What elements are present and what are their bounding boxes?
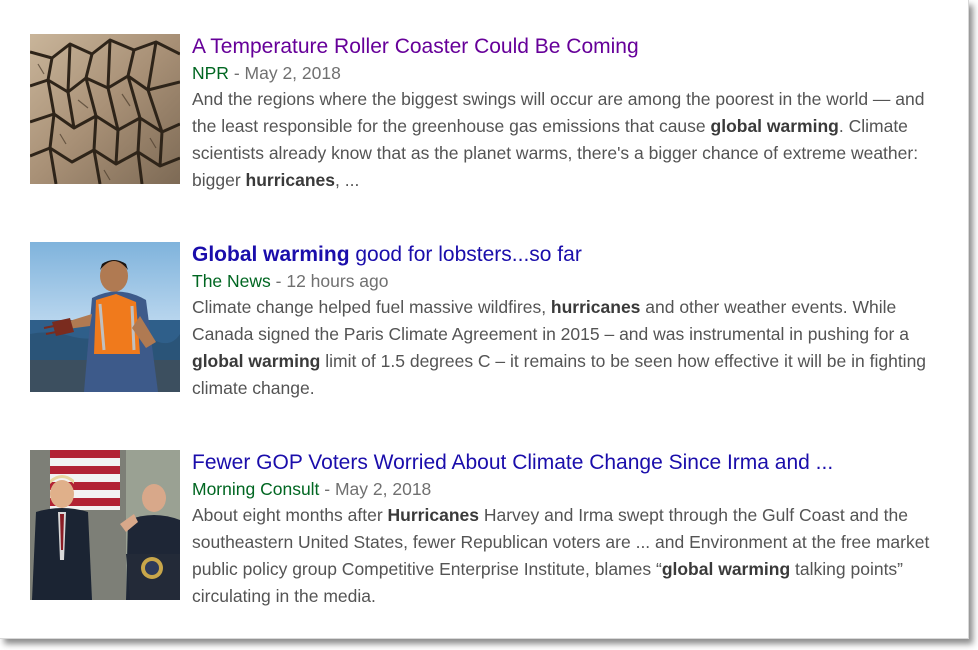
meta-separator: - [319,479,335,499]
result-date: 12 hours ago [286,271,389,291]
highlighted-term: global warming [192,351,321,371]
result-source[interactable]: NPR [192,63,229,83]
press-conference-image [30,450,180,600]
text-run: A Temperature Roller Coaster Could Be Co… [192,35,639,58]
result-body: A Temperature Roller Coaster Could Be Co… [192,34,937,194]
result-thumbnail[interactable] [30,242,180,392]
result-body: Fewer GOP Voters Worried About Climate C… [192,450,937,610]
meta-separator: - [270,271,287,291]
result-title-link[interactable]: Global warming good for lobsters...so fa… [192,242,937,268]
highlighted-term: hurricanes [550,297,641,317]
text-run: About eight months after [192,505,388,525]
result-thumbnail[interactable] [30,34,180,184]
news-result: Global warming good for lobsters...so fa… [30,242,940,398]
highlighted-term: hurricanes [245,170,335,190]
result-title-link[interactable]: Fewer GOP Voters Worried About Climate C… [192,450,937,476]
result-date: May 2, 2018 [334,479,432,499]
result-snippet: About eight months after Hurricanes Harv… [192,502,937,610]
news-result: A Temperature Roller Coaster Could Be Co… [30,34,940,190]
highlighted-term: Global warming [192,243,350,266]
result-meta: NPR - May 2, 2018 [192,60,937,86]
lobster-fisherman-image [30,242,180,392]
result-title-link[interactable]: A Temperature Roller Coaster Could Be Co… [192,34,937,60]
news-result: Fewer GOP Voters Worried About Climate C… [30,450,940,606]
result-thumbnail[interactable] [30,450,180,600]
highlighted-term: Hurricanes [387,505,479,525]
highlighted-term: global warming [661,559,791,579]
text-run: , ... [335,170,360,190]
highlighted-term: global warming [710,116,839,136]
result-body: Global warming good for lobsters...so fa… [192,242,937,402]
result-snippet: And the regions where the biggest swings… [192,86,937,194]
result-date: May 2, 2018 [244,63,341,83]
result-meta: The News - 12 hours ago [192,268,937,294]
result-snippet: Climate change helped fuel massive wildf… [192,294,937,402]
result-source[interactable]: Morning Consult [192,479,319,499]
result-meta: Morning Consult - May 2, 2018 [192,476,937,502]
meta-separator: - [228,63,245,83]
news-results-panel: A Temperature Roller Coaster Could Be Co… [0,0,969,639]
result-source[interactable]: The News [192,271,271,291]
text-run: Fewer GOP Voters Worried About Climate C… [192,451,834,474]
text-run: Climate change helped fuel massive wildf… [192,297,551,317]
text-run: good for lobsters...so far [349,243,582,266]
cracked-earth-image [30,34,180,184]
